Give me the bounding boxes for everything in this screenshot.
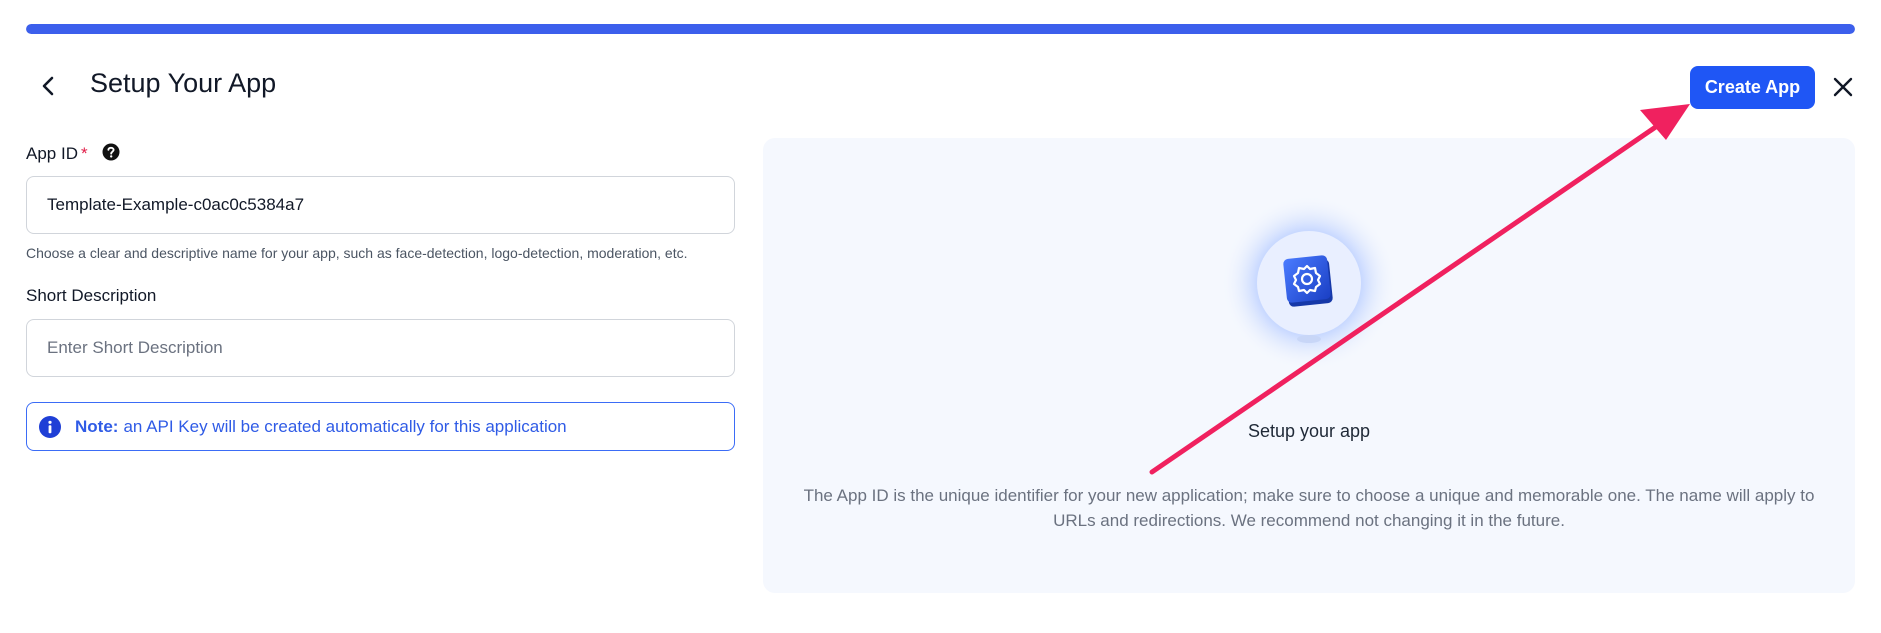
required-marker: *: [80, 144, 88, 163]
app-gear-icon: [1221, 195, 1397, 371]
progress-bar: [26, 24, 1855, 34]
short-description-label: Short Description: [26, 286, 157, 305]
create-app-button[interactable]: Create App: [1690, 66, 1815, 109]
back-button[interactable]: [34, 72, 62, 100]
app-id-label-text: App ID: [26, 144, 78, 163]
page-title: Setup Your App: [90, 68, 277, 98]
note-text: an API Key will be created automatically…: [123, 416, 567, 436]
app-id-hint: Choose a clear and descriptive name for …: [26, 245, 688, 261]
progress-fill: [26, 24, 1855, 34]
question-circle-icon[interactable]: [102, 143, 120, 161]
note-banner: Note: an API Key will be created automat…: [26, 402, 735, 451]
chevron-left-icon: [42, 76, 54, 96]
close-button[interactable]: [1830, 74, 1856, 100]
close-icon: [1833, 77, 1853, 97]
short-description-input[interactable]: [26, 319, 735, 377]
app-id-label: App ID *: [26, 143, 120, 164]
note-label: Note:: [75, 416, 119, 436]
info-circle-icon: [39, 415, 61, 438]
panel-title: Setup your app: [1247, 421, 1371, 441]
panel-description: The App ID is the unique identifier for …: [803, 486, 1815, 530]
app-id-input[interactable]: [26, 176, 735, 234]
info-panel: Setup your app The App ID is the unique …: [763, 138, 1855, 593]
